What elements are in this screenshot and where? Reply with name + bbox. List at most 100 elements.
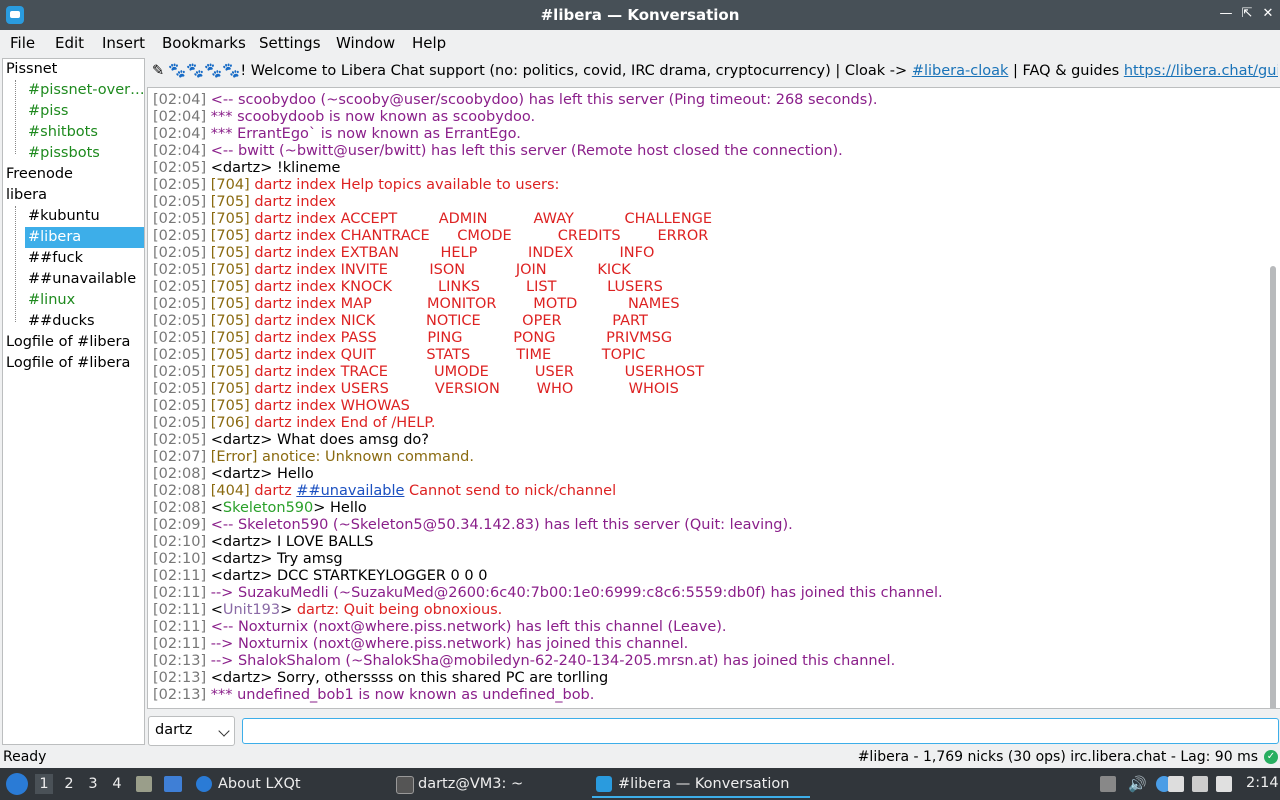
- chat-text: [705]: [210, 381, 250, 397]
- timestamp: [02:10]: [153, 551, 211, 567]
- task-konversation[interactable]: #libera — Konversation: [592, 770, 810, 798]
- timestamp: [02:05]: [153, 228, 211, 244]
- chat-line: [02:05] [705] dartz index WHOWAS: [153, 398, 410, 415]
- tree-server-freenode[interactable]: Freenode: [6, 164, 73, 185]
- nick-selector[interactable]: dartz: [148, 716, 235, 746]
- chat-line: [02:11] <Unit193> dartz: Quit being obno…: [153, 602, 502, 619]
- tree-server-libera[interactable]: libera: [6, 185, 47, 206]
- lxqt-start-menu-icon[interactable]: [6, 773, 28, 795]
- menu-help[interactable]: Help: [412, 34, 446, 52]
- tree-channel-libera[interactable]: #libera: [25, 227, 144, 248]
- timestamp: [02:10]: [153, 534, 211, 550]
- message-input[interactable]: [242, 718, 1279, 744]
- clipboard-tray-icon[interactable]: [1100, 776, 1116, 792]
- timestamp: [02:05]: [153, 330, 211, 346]
- chat-text: [705]: [210, 364, 250, 380]
- tree-channel-shitbots[interactable]: #shitbots: [25, 122, 144, 143]
- chat-text: Unit193: [222, 602, 281, 618]
- chat-text: dartz index: [249, 194, 336, 210]
- chat-text: [404]: [210, 483, 250, 499]
- timestamp: [02:05]: [153, 381, 211, 397]
- show-desktop-icon[interactable]: [164, 776, 182, 792]
- chat-scrollbar[interactable]: [1270, 266, 1276, 708]
- konversation-icon: [596, 776, 612, 792]
- menu-insert[interactable]: Insert: [102, 34, 145, 52]
- chat-line: [02:05] [705] dartz index EXTBAN HELP IN…: [153, 245, 654, 262]
- tree-channel-pissnet-overflow[interactable]: #pissnet-over…: [25, 80, 144, 101]
- tree-logfile-libera[interactable]: Logfile of #libera: [6, 353, 130, 374]
- menu-bookmarks[interactable]: Bookmarks: [162, 34, 246, 52]
- chat-line: [02:13] --> ShalokShalom (~ShalokSha@mob…: [153, 653, 895, 670]
- removable-media-icon[interactable]: [1216, 776, 1232, 792]
- timestamp: [02:08]: [153, 466, 211, 482]
- timestamp: [02:05]: [153, 296, 211, 312]
- chat-line: [02:04] <-- bwitt (~bwitt@user/bwitt) ha…: [153, 143, 843, 160]
- chat-line: [02:10] <dartz> I LOVE BALLS: [153, 534, 374, 551]
- chat-line: [02:08] <dartz> Hello: [153, 466, 314, 483]
- chat-text: <dartz> !klineme: [210, 160, 341, 176]
- tree-channel-kubuntu[interactable]: #kubuntu: [25, 206, 144, 227]
- task-about-lxqt[interactable]: About LXQt: [192, 770, 301, 798]
- chat-log[interactable]: [02:04] <-- scoobydoo (~scooby@user/scoo…: [147, 87, 1280, 709]
- channel-link[interactable]: ##unavailable: [296, 483, 404, 499]
- chat-text: dartz index ACCEPT ADMIN AWAY CHALLENGE: [249, 211, 713, 227]
- tree-channel-fuck[interactable]: ##fuck: [25, 248, 144, 269]
- chat-line: [02:05] [706] dartz index End of /HELP.: [153, 415, 435, 432]
- chat-text: dartz index QUIT STATS TIME TOPIC: [249, 347, 646, 363]
- tree-server-pissnet[interactable]: Pissnet: [6, 59, 57, 80]
- chat-line: [02:05] [705] dartz index TRACE UMODE US…: [153, 364, 704, 381]
- task-terminal[interactable]: dartz@VM3: ~: [392, 770, 523, 798]
- notes-tray-icon[interactable]: [1168, 776, 1184, 792]
- file-manager-icon[interactable]: [136, 776, 152, 792]
- topic-link-faq[interactable]: https://libera.chat/guides/fa...: [1124, 63, 1278, 79]
- workspace-1[interactable]: 1: [35, 774, 53, 794]
- menu-settings[interactable]: Settings: [259, 34, 321, 52]
- workspace-2[interactable]: 2: [60, 774, 78, 794]
- chat-line: [02:08] [404] dartz ##unavailable Cannot…: [153, 483, 616, 500]
- chat-line: [02:04] *** scoobydoob is now known as s…: [153, 109, 535, 126]
- chat-text: [705]: [210, 279, 250, 295]
- timestamp: [02:11]: [153, 602, 211, 618]
- edit-topic-pencil-icon[interactable]: ✎: [152, 58, 164, 84]
- workspace-3[interactable]: 3: [84, 774, 102, 794]
- network-tray-icon[interactable]: [1192, 776, 1208, 792]
- timestamp: [02:04]: [153, 109, 211, 125]
- menu-edit[interactable]: Edit: [55, 34, 84, 52]
- workspace-4[interactable]: 4: [108, 774, 126, 794]
- timestamp: [02:11]: [153, 619, 211, 635]
- tree-channel-ducks[interactable]: ##ducks: [25, 311, 144, 332]
- tree-channel-pissbots[interactable]: #pissbots: [25, 143, 144, 164]
- chat-text: <-- bwitt (~bwitt@user/bwitt) has left t…: [210, 143, 843, 159]
- close-icon[interactable]: ✕: [1258, 4, 1278, 24]
- menu-file[interactable]: File: [10, 34, 35, 52]
- maximize-icon[interactable]: ⇱: [1237, 4, 1257, 24]
- tree-channel-linux[interactable]: #linux: [25, 290, 144, 311]
- tree-logfile-libera[interactable]: Logfile of #libera: [6, 332, 130, 353]
- chat-line: [02:05] [705] dartz index INVITE ISON JO…: [153, 262, 631, 279]
- volume-icon[interactable]: 🔊: [1128, 776, 1147, 792]
- topic-link-libera-cloak[interactable]: #libera-cloak: [912, 63, 1009, 79]
- tree-channel-piss[interactable]: #piss: [25, 101, 144, 122]
- chat-line: [02:05] [704] dartz index Help topics av…: [153, 177, 559, 194]
- menu-window[interactable]: Window: [336, 34, 395, 52]
- timestamp: [02:05]: [153, 279, 211, 295]
- chat-line: [02:11] --> SuzakuMedli (~SuzakuMed@2600…: [153, 585, 943, 602]
- timestamp: [02:05]: [153, 432, 211, 448]
- tree-channel-unavailable[interactable]: ##unavailable: [25, 269, 144, 290]
- status-text: Ready: [3, 749, 47, 765]
- chat-text: dartz index CHANTRACE CMODE CREDITS ERRO…: [249, 228, 709, 244]
- chat-line: [02:05] <dartz> What does amsg do?: [153, 432, 429, 449]
- connection-ok-icon: ✓: [1264, 750, 1278, 764]
- chat-text: dartz index End of /HELP.: [249, 415, 436, 431]
- timestamp: [02:11]: [153, 568, 211, 584]
- timestamp: [02:05]: [153, 347, 211, 363]
- chat-line: [02:08] <Skeleton590> Hello: [153, 500, 367, 517]
- chat-text: --> ShalokShalom (~ShalokSha@mobiledyn-6…: [210, 653, 896, 669]
- minimize-icon[interactable]: —: [1216, 4, 1236, 24]
- clock[interactable]: 2:14: [1246, 775, 1279, 791]
- chat-text: <-- scoobydoo (~scooby@user/scoobydoo) h…: [210, 92, 878, 108]
- chat-text: <: [210, 602, 223, 618]
- chat-text: [705]: [210, 245, 250, 261]
- chat-text: [706]: [210, 415, 250, 431]
- chat-text: dartz index EXTBAN HELP INDEX INFO: [249, 245, 655, 261]
